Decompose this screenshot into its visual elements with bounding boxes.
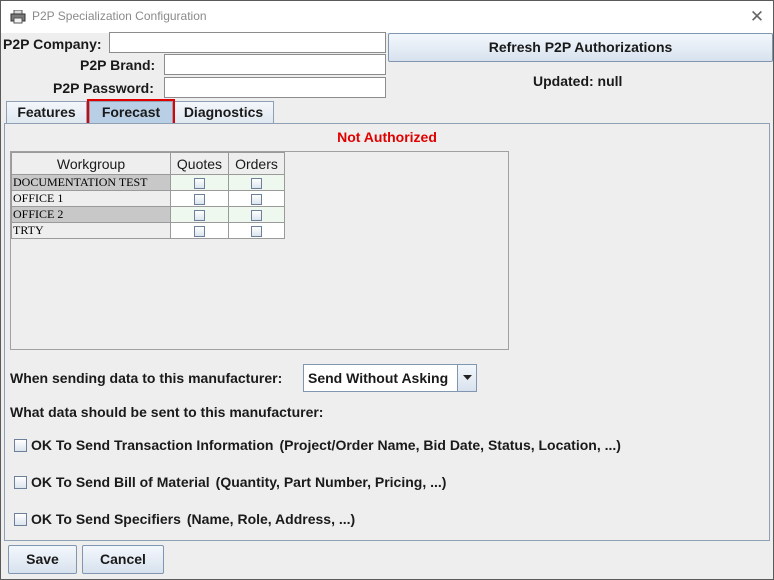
table-row[interactable]: OFFICE 2: [11, 206, 285, 223]
printer-icon: [10, 10, 26, 24]
orders-checkbox[interactable]: [251, 225, 262, 237]
orders-cell: [228, 206, 285, 223]
window-title: P2P Specialization Configuration: [32, 9, 207, 23]
brand-label: P2P Brand:: [80, 57, 156, 73]
option-detail: (Name, Role, Address, ...): [186, 511, 356, 527]
sending-mode-dropdown[interactable]: Send Without Asking: [303, 364, 477, 392]
quotes-checkbox[interactable]: [194, 225, 205, 237]
sending-mode-label: When sending data to this manufacturer:: [10, 370, 283, 386]
tab-diagnostics[interactable]: Diagnostics: [173, 101, 274, 123]
tab-features[interactable]: Features: [6, 101, 87, 123]
quotes-cell: [170, 190, 229, 207]
company-input[interactable]: [109, 32, 386, 53]
orders-cell: [228, 174, 285, 191]
orders-checkbox[interactable]: [251, 177, 262, 189]
option-transaction-info[interactable]: OK To Send Transaction Information (Proje…: [14, 437, 621, 453]
column-header-workgroup[interactable]: Workgroup: [11, 152, 171, 175]
quotes-checkbox[interactable]: [194, 177, 205, 189]
option-specifiers[interactable]: OK To Send Specifiers (Name, Role, Addres…: [14, 511, 355, 527]
chevron-down-icon[interactable]: [457, 365, 476, 391]
workgroup-name: DOCUMENTATION TEST: [11, 174, 171, 191]
company-label: P2P Company:: [3, 36, 102, 52]
cancel-button[interactable]: Cancel: [82, 545, 164, 574]
password-input[interactable]: [164, 77, 386, 98]
orders-cell: [228, 222, 285, 239]
option-bill-of-material[interactable]: OK To Send Bill of Material (Quantity, Pa…: [14, 474, 446, 490]
sending-mode-value: Send Without Asking: [308, 370, 449, 386]
quotes-checkbox[interactable]: [194, 209, 205, 221]
forecast-tab-highlight: [87, 99, 175, 125]
brand-input[interactable]: [164, 54, 386, 75]
close-icon[interactable]: ✕: [745, 5, 769, 29]
updated-status: Updated: null: [533, 73, 623, 89]
quotes-cell: [170, 206, 229, 223]
orders-checkbox[interactable]: [251, 209, 262, 221]
orders-checkbox[interactable]: [251, 193, 262, 205]
quotes-checkbox[interactable]: [194, 193, 205, 205]
p2p-config-window: P2P Specialization Configuration ✕ P2P C…: [0, 0, 774, 580]
orders-cell: [228, 190, 285, 207]
quotes-cell: [170, 222, 229, 239]
authorization-status: Not Authorized: [337, 129, 437, 145]
refresh-authorizations-button[interactable]: Refresh P2P Authorizations: [388, 33, 773, 62]
option-label: OK To Send Bill of Material: [31, 474, 210, 490]
column-header-orders[interactable]: Orders: [228, 152, 285, 175]
table-row[interactable]: DOCUMENTATION TEST: [11, 174, 285, 191]
workgroup-table-scrollpane[interactable]: Workgroup Quotes Orders DOCUMENTATION TE…: [10, 151, 509, 350]
workgroup-table: Workgroup Quotes Orders DOCUMENTATION TE…: [11, 152, 285, 239]
save-button[interactable]: Save: [8, 545, 77, 574]
quotes-cell: [170, 174, 229, 191]
what-data-label: What data should be sent to this manufac…: [10, 404, 324, 420]
table-row[interactable]: OFFICE 1: [11, 190, 285, 207]
option-label: OK To Send Specifiers: [31, 511, 181, 527]
title-bar: P2P Specialization Configuration ✕: [1, 1, 773, 33]
workgroup-name: OFFICE 2: [11, 206, 171, 223]
password-label: P2P Password:: [53, 80, 154, 96]
option-detail: (Project/Order Name, Bid Date, Status, L…: [279, 437, 621, 453]
workgroup-name: TRTY: [11, 222, 171, 239]
option-label: OK To Send Transaction Information: [31, 437, 274, 453]
option-detail: (Quantity, Part Number, Pricing, ...): [215, 474, 447, 490]
bill-of-material-checkbox[interactable]: [14, 476, 27, 489]
specifiers-checkbox[interactable]: [14, 513, 27, 526]
table-row[interactable]: TRTY: [11, 222, 285, 239]
workgroup-name: OFFICE 1: [11, 190, 171, 207]
column-header-quotes[interactable]: Quotes: [170, 152, 229, 175]
transaction-info-checkbox[interactable]: [14, 439, 27, 452]
